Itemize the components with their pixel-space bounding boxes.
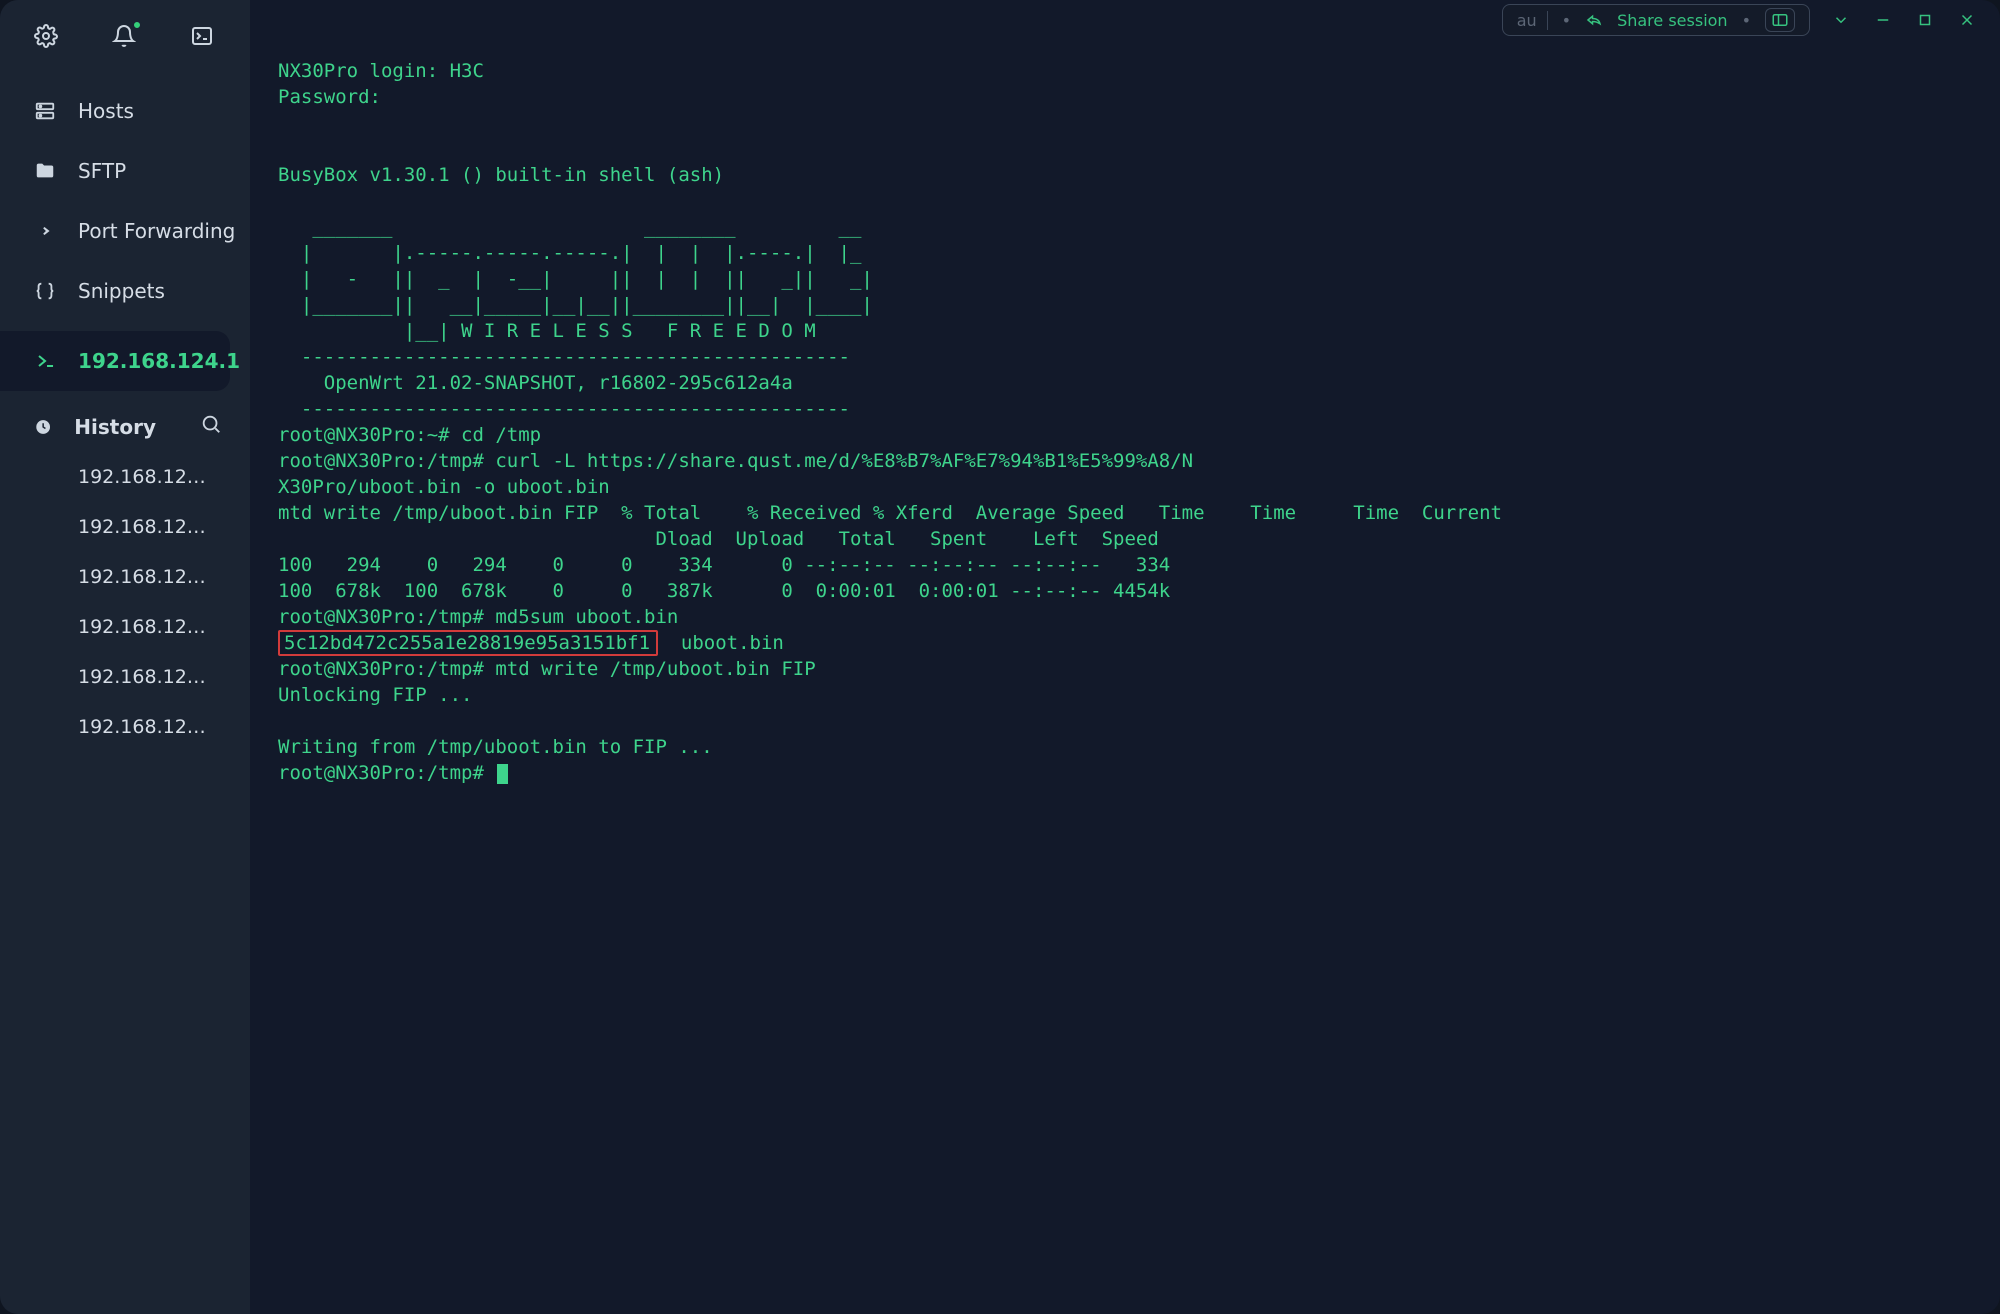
share-label: Share session	[1617, 11, 1727, 30]
share-icon	[1585, 11, 1603, 29]
history-item[interactable]: 192.168.12…	[0, 452, 220, 502]
settings-icon[interactable]	[34, 24, 58, 53]
notifications-icon[interactable]	[112, 24, 136, 53]
terminal[interactable]: NX30Pro login: H3C Password: BusyBox v1.…	[250, 0, 2000, 1314]
nav-label: Snippets	[78, 279, 165, 303]
share-status-dot-2: •	[1742, 11, 1751, 30]
md5-hash-highlight: 5c12bd472c255a1e28819e95a3151bf1	[278, 630, 658, 656]
nav-history[interactable]: History	[0, 391, 250, 452]
history-list: 192.168.12…192.168.12…192.168.12…192.168…	[0, 452, 250, 752]
chevron-down-icon[interactable]	[1830, 11, 1852, 29]
nav-label: Port Forwarding	[78, 219, 235, 243]
terminal-cursor	[497, 764, 508, 784]
app-window: Hosts SFTP Port Forwarding Snippets 192.…	[0, 0, 2000, 1314]
minimize-button[interactable]	[1872, 11, 1894, 29]
braces-icon	[34, 280, 56, 302]
history-item[interactable]: 192.168.12…	[0, 502, 220, 552]
nav-label: Hosts	[78, 99, 134, 123]
terminal-icon[interactable]	[190, 24, 214, 53]
sidebar-top-icons	[0, 24, 250, 81]
search-icon[interactable]	[200, 413, 222, 440]
nav-sftp[interactable]: SFTP	[0, 141, 250, 201]
active-host-tab[interactable]: 192.168.124.1	[0, 331, 240, 391]
forward-icon	[34, 220, 56, 242]
titlebar: au • Share session •	[250, 0, 2000, 40]
close-button[interactable]	[1956, 11, 1978, 29]
history-item[interactable]: 192.168.12…	[0, 552, 220, 602]
notification-dot	[132, 20, 142, 30]
history-item[interactable]: 192.168.12…	[0, 652, 220, 702]
maximize-button[interactable]	[1914, 11, 1936, 29]
history-item[interactable]: 192.168.12…	[0, 602, 220, 652]
share-prefix: au	[1517, 11, 1548, 30]
share-session-box[interactable]: au • Share session •	[1502, 4, 1810, 36]
nav-snippets[interactable]: Snippets	[0, 261, 250, 321]
server-icon	[34, 100, 56, 122]
split-layout-icon[interactable]	[1765, 8, 1795, 32]
history-item[interactable]: 192.168.12…	[0, 702, 220, 752]
folder-icon	[34, 160, 56, 182]
share-status-dot: •	[1562, 11, 1571, 30]
nav-port-forwarding[interactable]: Port Forwarding	[0, 201, 250, 261]
clock-icon	[34, 416, 52, 438]
nav-hosts[interactable]: Hosts	[0, 81, 250, 141]
prompt-icon	[34, 349, 58, 373]
active-host-label: 192.168.124.1	[78, 349, 240, 373]
nav-label: SFTP	[78, 159, 126, 183]
history-label: History	[74, 415, 156, 439]
sidebar: Hosts SFTP Port Forwarding Snippets 192.…	[0, 0, 250, 1314]
